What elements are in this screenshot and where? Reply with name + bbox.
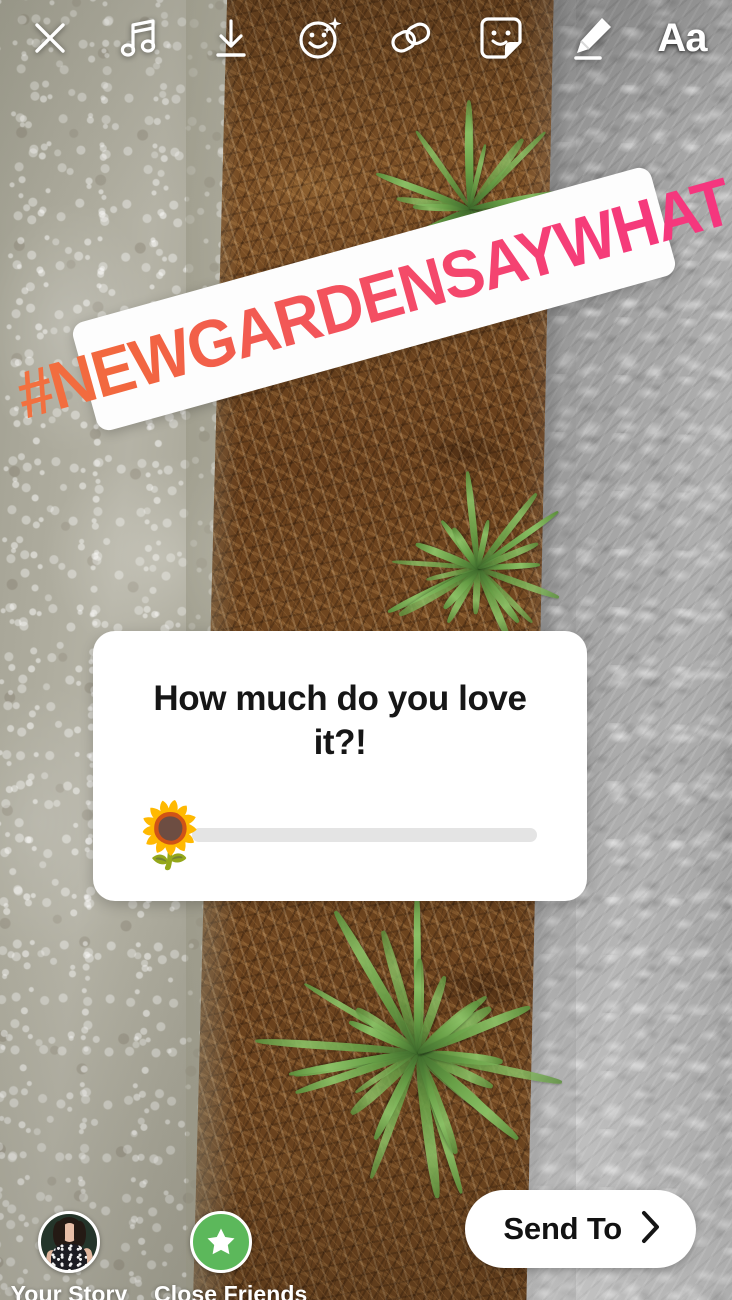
bottom-bar: Your Story Close Friends Send To [0, 1160, 732, 1300]
your-story-button[interactable]: Your Story [2, 1211, 136, 1300]
link-button[interactable] [383, 10, 439, 66]
avatar [38, 1211, 100, 1273]
emoji-slider-row: 🌻 [93, 791, 587, 881]
green-star-icon [190, 1211, 252, 1273]
close-friends-button[interactable]: Close Friends [154, 1211, 308, 1300]
text-button[interactable]: Aa [654, 10, 710, 66]
send-to-button[interactable]: Send To [465, 1190, 696, 1268]
sticker-button[interactable] [473, 10, 529, 66]
effects-face-icon [297, 14, 345, 62]
emoji-slider-sticker[interactable]: How much do you love it?! 🌻 [93, 631, 587, 901]
emoji-slider-question: How much do you love it?! [153, 679, 527, 762]
link-icon [387, 16, 435, 60]
emoji-slider-track[interactable] [192, 828, 537, 842]
close-button[interactable] [22, 10, 78, 66]
save-button[interactable] [203, 10, 259, 66]
chevron-right-icon [638, 1209, 664, 1250]
sticker-icon [478, 15, 524, 61]
text-icon: Aa [657, 16, 707, 60]
top-toolbar: Aa [0, 0, 732, 76]
your-story-label: Your Story [10, 1281, 128, 1300]
marker-pen-icon [569, 14, 615, 62]
close-friends-label: Close Friends [154, 1281, 308, 1300]
music-button[interactable] [112, 10, 168, 66]
send-to-label: Send To [503, 1211, 622, 1246]
music-note-icon [118, 15, 162, 61]
close-icon [28, 16, 72, 60]
story-editor-screen: Aa #NEWGARDENSAYWHAT How much do you lov… [0, 0, 732, 1300]
download-icon [209, 15, 253, 61]
avatar-image [41, 1214, 97, 1270]
emoji-slider-thumb[interactable]: 🌻 [130, 791, 210, 879]
effects-button[interactable] [293, 10, 349, 66]
draw-button[interactable] [564, 10, 620, 66]
